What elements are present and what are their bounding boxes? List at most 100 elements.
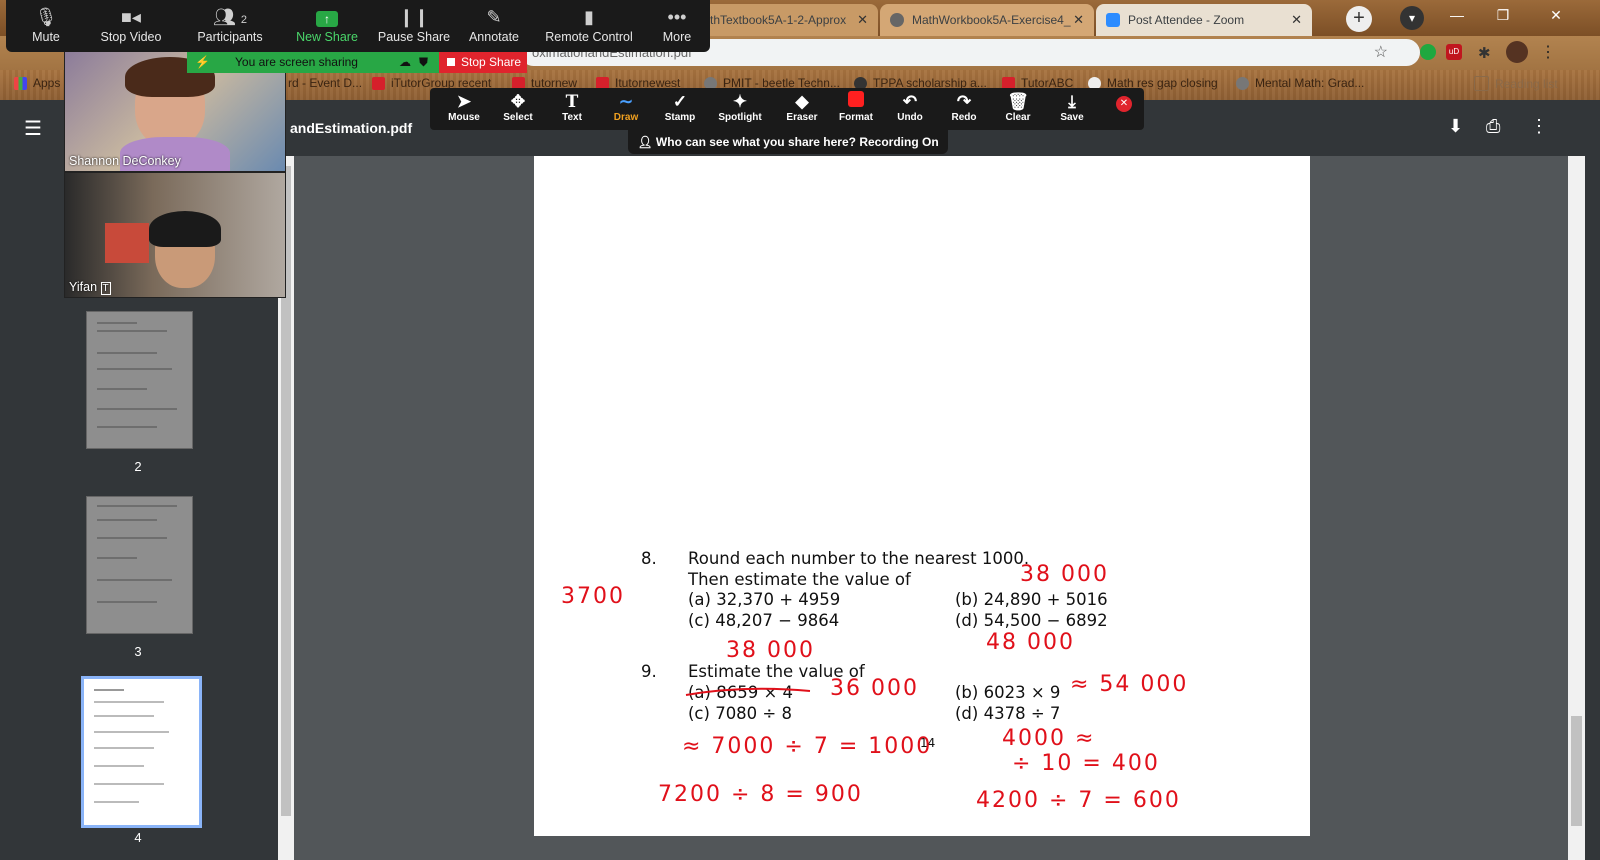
tool-text[interactable]: T Text <box>545 90 599 123</box>
ublock-icon[interactable]: uD <box>1446 44 1462 60</box>
stop-video-button[interactable]: ■◂ Stop Video <box>92 0 170 52</box>
question-part: (d) 54,500 − 6892 <box>955 611 1108 630</box>
stop-icon <box>447 58 455 66</box>
who-can-see-banner[interactable]: 👤︎ Who can see what you share here? Reco… <box>628 130 948 154</box>
new-tab-button[interactable]: + <box>1346 6 1372 32</box>
more-icon: ••• <box>667 7 687 27</box>
annotation-toolbar: ➤ Mouse ✥ Select T Text ∼ Draw ✓ Stamp ✦ Spotl… <box>430 88 1144 130</box>
zoom-share-toolbar: 🎙︎ Mute ■◂ Stop Video 👥︎ 2 Participants ↑ Ne… <box>6 0 710 52</box>
page-thumbnail[interactable] <box>86 496 193 634</box>
handwritten-note: 7200 ÷ 8 = 900 <box>658 782 863 807</box>
zoom-logo-icon <box>1106 13 1120 27</box>
reading-list[interactable]: Reading list <box>1474 76 1558 91</box>
close-icon[interactable]: ✕ <box>1073 12 1084 28</box>
text-icon: T <box>565 92 579 112</box>
wall-map <box>105 223 149 263</box>
tab-label: MathWorkbook5A-Exercise4_ <box>912 13 1071 27</box>
tool-clear[interactable]: 🗑︎ Clear <box>991 90 1045 123</box>
video-icon: ■◂ <box>121 7 141 27</box>
tool-mouse[interactable]: ➤ Mouse <box>437 90 491 123</box>
handwritten-note: 38 000 <box>1020 562 1109 587</box>
undo-icon: ↶ <box>902 92 918 111</box>
redo-icon: ↷ <box>956 92 972 111</box>
bookmark-item[interactable]: Mental Math: Grad... <box>1236 76 1364 90</box>
handwritten-note: ÷ 10 = 400 <box>1012 751 1160 776</box>
question-part: (c) 48,207 − 9864 <box>688 611 840 630</box>
mute-button[interactable]: 🎙︎ Mute <box>16 0 76 52</box>
tab-search-icon[interactable]: ▾ <box>1400 6 1424 30</box>
person-icon: 👤︎ <box>637 135 653 149</box>
page-number: 2 <box>134 459 142 474</box>
bookmark-item[interactable]: rd - Event D... <box>288 76 362 90</box>
question-text: Round each number to the nearest 1000. <box>688 549 1030 568</box>
pdf-title: andEstimation.pdf <box>290 120 413 136</box>
star-icon[interactable]: ☆ <box>1374 39 1388 66</box>
menu-icon[interactable]: ⋮ <box>1540 42 1556 62</box>
page-number: 4 <box>134 830 142 845</box>
extension-icon[interactable] <box>1420 44 1436 60</box>
pdf-page: 8. Round each number to the nearest 1000… <box>534 156 1310 836</box>
participant-name: Shannon DeConkey <box>69 154 181 168</box>
tool-save[interactable]: ⤓ Save <box>1045 90 1099 123</box>
page-number: 3 <box>134 644 142 659</box>
question-part: (b) 24,890 + 5016 <box>955 590 1108 609</box>
window-close-icon[interactable]: ✕ <box>1526 0 1586 30</box>
tool-eraser[interactable]: ◆ Eraser <box>775 90 829 123</box>
download-icon[interactable]: ⬇ <box>1448 116 1463 137</box>
viewer-scrollbar[interactable] <box>1568 156 1585 860</box>
browser-tab-active[interactable]: Post Attendee - Zoom ✕ <box>1096 4 1312 36</box>
minimize-icon[interactable]: — <box>1434 0 1480 30</box>
tab-label: thTextbook5A-1-2-Approx <box>710 13 847 27</box>
stop-share-button[interactable]: Stop Share <box>439 52 527 73</box>
question-part: (b) 6023 × 9 <box>955 683 1061 702</box>
tool-select[interactable]: ✥ Select <box>491 90 545 123</box>
browser-tab[interactable]: thTextbook5A-1-2-Approx ✕ <box>700 4 878 36</box>
close-annotation-button[interactable]: ✕ <box>1116 96 1132 112</box>
pencil-icon: ✎ <box>486 7 502 27</box>
puzzle-icon[interactable]: ✱ <box>1478 44 1491 62</box>
shield-icon: ⛊ <box>419 55 429 69</box>
participants-button[interactable]: 👥︎ 2 Participants <box>192 0 268 52</box>
tool-redo[interactable]: ↷ Redo <box>937 90 991 123</box>
globe-icon <box>1236 76 1249 90</box>
cloud-icon: ☁ <box>399 55 411 69</box>
question-part: (a) 32,370 + 4959 <box>688 590 841 609</box>
annotate-button[interactable]: ✎ Annotate <box>462 0 526 52</box>
tool-draw[interactable]: ∼ Draw <box>599 90 653 123</box>
page-thumbnail-current[interactable] <box>81 676 202 828</box>
page-thumbnail[interactable] <box>86 311 193 449</box>
apps-icon <box>14 76 27 90</box>
question-part: (c) 7080 ÷ 8 <box>688 704 792 723</box>
question-number: 8. <box>641 549 657 568</box>
more-button[interactable]: ••• More <box>652 0 702 52</box>
tool-undo[interactable]: ↶ Undo <box>883 90 937 123</box>
handwritten-note: 4200 ÷ 7 = 600 <box>976 788 1181 813</box>
tool-format[interactable]: Format <box>829 90 883 123</box>
handwritten-note: 4000 ≈ <box>1002 726 1096 751</box>
handwritten-note: 3700 <box>561 584 625 609</box>
handwritten-note: ≈ 54 000 <box>1070 672 1189 697</box>
hamburger-icon[interactable]: ☰ <box>24 116 42 141</box>
participant-name: Yifan T <box>69 280 111 295</box>
remote-control-button[interactable]: ▮ Remote Control <box>540 0 638 52</box>
video-tile[interactable]: Yifan T <box>64 172 286 298</box>
pdf-viewer: 8. Round each number to the nearest 1000… <box>294 156 1568 860</box>
restore-icon[interactable]: ❐ <box>1480 0 1526 30</box>
close-icon[interactable]: ✕ <box>857 12 868 28</box>
avatar[interactable] <box>1506 41 1528 63</box>
question-part: (d) 4378 ÷ 7 <box>955 704 1061 723</box>
tool-stamp[interactable]: ✓ Stamp <box>653 90 707 123</box>
new-share-button[interactable]: ↑ New Share <box>290 0 364 52</box>
browser-tab[interactable]: MathWorkbook5A-Exercise4_ ✕ <box>880 4 1094 36</box>
move-icon: ✥ <box>510 92 526 111</box>
pause-share-button[interactable]: ❙❙ Pause Share <box>376 0 452 52</box>
cc-icon: T <box>100 282 111 295</box>
close-icon[interactable]: ✕ <box>1291 12 1302 28</box>
bookmark-apps[interactable]: Apps <box>14 76 60 90</box>
handwritten-note: 36 000 <box>830 676 919 701</box>
tool-spotlight[interactable]: ✦ Spotlight <box>713 90 767 123</box>
more-options-icon[interactable]: ⋮ <box>1530 116 1548 137</box>
handwritten-note: 48 000 <box>986 630 1075 655</box>
question-number: 9. <box>641 662 657 681</box>
print-icon[interactable]: ⎙ <box>1486 116 1500 137</box>
